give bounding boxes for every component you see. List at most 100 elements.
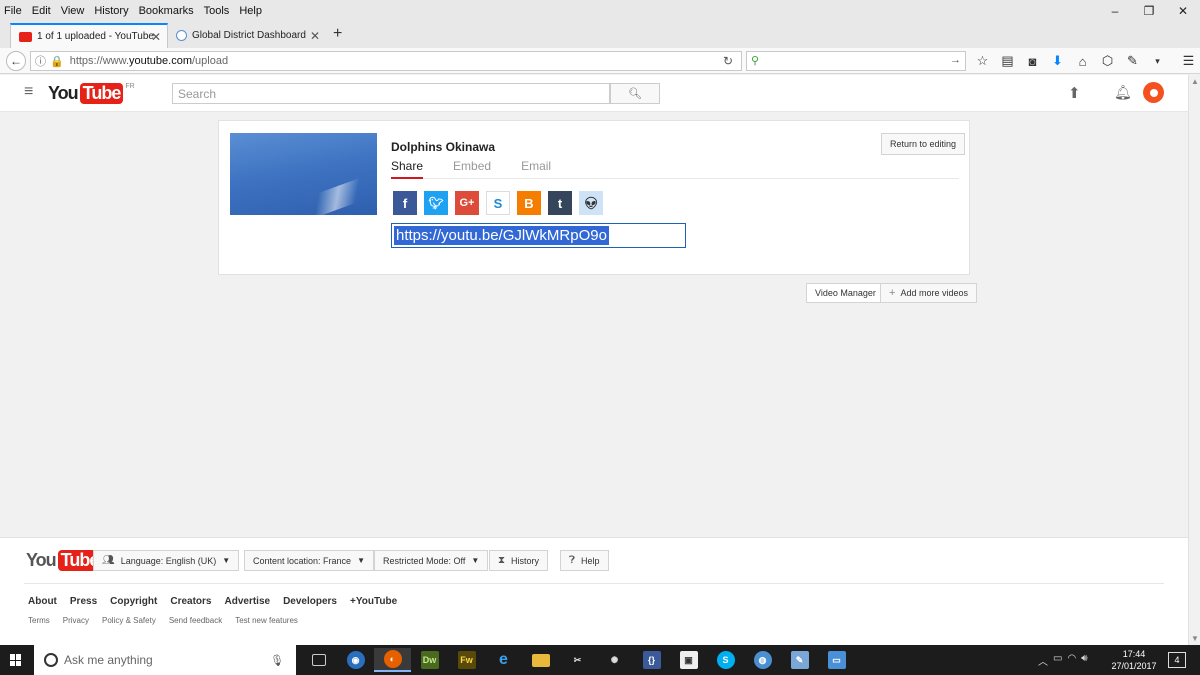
search-button[interactable]: 🔍︎ — [610, 83, 660, 104]
twitter-icon[interactable]: 🐦︎ — [424, 191, 448, 215]
menu-bookmarks[interactable]: Bookmarks — [134, 5, 199, 17]
app-icon-pen[interactable]: ✎ — [781, 648, 818, 672]
go-arrow-icon[interactable]: → — [950, 54, 961, 66]
scroll-down-icon[interactable]: ▼ — [1191, 634, 1199, 643]
menu-file[interactable]: File — [0, 5, 27, 17]
reload-icon[interactable]: ↻ — [723, 54, 733, 68]
tray-chevron-up-icon[interactable]: ︿ — [1038, 653, 1048, 668]
tab-share[interactable]: Share — [391, 159, 424, 179]
file-explorer-icon[interactable] — [522, 648, 559, 672]
footer-link-feedback[interactable]: Send feedback — [169, 616, 222, 625]
history-button[interactable]: ⧗ History — [489, 550, 549, 571]
page-scrollbar[interactable]: ▲ ▼ — [1188, 75, 1200, 645]
video-thumbnail[interactable] — [230, 133, 377, 215]
tab-dashboard[interactable]: Global District Dashboard ✕ — [168, 23, 326, 48]
footer-link-advertise[interactable]: Advertise — [225, 596, 271, 607]
cortana-search-box[interactable]: Ask me anything 🎙︎ — [34, 645, 296, 675]
restore-button[interactable]: ❐ — [1132, 0, 1166, 22]
app-icon-1[interactable]: ◉ — [337, 648, 374, 672]
microphone-icon[interactable]: 🎙︎ — [270, 654, 284, 667]
language-label: Language: English (UK) — [120, 555, 217, 566]
skype-icon[interactable]: S — [707, 648, 744, 672]
footer-link-policy[interactable]: Policy & Safety — [102, 616, 156, 625]
google-plus-icon[interactable]: G+ — [455, 191, 479, 215]
app-icon-window[interactable]: ▭ — [818, 648, 855, 672]
language-button[interactable]: 👥︎ Language: English (UK) ▼ — [93, 550, 240, 571]
notifications-bell-icon[interactable]: 🔔︎ — [1114, 84, 1132, 101]
system-clock[interactable]: 17:44 27/01/2017 — [1108, 648, 1160, 672]
minimize-button[interactable]: – — [1098, 0, 1132, 22]
code-app-icon[interactable]: {} — [633, 648, 670, 672]
home-icon[interactable]: ⌂ — [1070, 51, 1095, 71]
menu-tools[interactable]: Tools — [199, 5, 235, 17]
pocket-icon[interactable]: ◙ — [1020, 51, 1045, 71]
footer-link-test-features[interactable]: Test new features — [235, 616, 298, 625]
footer-link-copyright[interactable]: Copyright — [110, 596, 157, 607]
tab-youtube[interactable]: 1 of 1 uploaded - YouTube ✕ — [10, 23, 168, 48]
share-url-field[interactable]: https://youtu.be/GJlWkMRpO9o — [391, 223, 686, 248]
action-center-icon[interactable]: 4 — [1168, 652, 1186, 668]
restricted-mode-button[interactable]: Restricted Mode: Off ▼ — [374, 550, 489, 571]
menu-edit[interactable]: Edit — [27, 5, 56, 17]
menu-history[interactable]: History — [89, 5, 133, 17]
guide-menu-icon[interactable]: ≡ — [24, 83, 33, 101]
video-manager-button[interactable]: Video Manager — [806, 283, 885, 303]
footer-link-developers[interactable]: Developers — [283, 596, 337, 607]
info-icon[interactable]: ⓘ — [35, 53, 46, 69]
menu-hamburger-icon[interactable]: ☰ — [1176, 51, 1200, 71]
content-location-button[interactable]: Content location: France ▼ — [244, 550, 374, 571]
overflow-chevron-icon[interactable]: ▾ — [1145, 51, 1170, 71]
avatar[interactable] — [1143, 82, 1164, 103]
close-tab-icon[interactable]: ✕ — [151, 30, 161, 44]
tab-email[interactable]: Email — [521, 159, 551, 179]
bookmark-star-icon[interactable]: ☆ — [970, 51, 995, 71]
stumbleupon-icon[interactable]: S — [486, 191, 510, 215]
search-engine-icon[interactable]: ⚲ — [751, 54, 759, 67]
upload-icon[interactable]: ⬆ — [1068, 84, 1081, 102]
start-button[interactable] — [10, 654, 22, 666]
downloads-icon[interactable]: ⬇ — [1045, 51, 1070, 71]
footer-link-plus-youtube[interactable]: +YouTube — [350, 596, 397, 607]
wifi-icon[interactable]: ◠ — [1067, 653, 1076, 668]
edge-icon[interactable]: e — [485, 648, 522, 672]
close-tab-icon[interactable]: ✕ — [310, 29, 320, 43]
app-icon-globe[interactable]: ◍ — [744, 648, 781, 672]
tumblr-icon[interactable]: t — [548, 191, 572, 215]
extension-icon[interactable]: ⬡ — [1095, 51, 1120, 71]
fireworks-icon[interactable]: Fw — [448, 648, 485, 672]
add-more-videos-button[interactable]: + Add more videos — [880, 283, 977, 303]
footer-link-terms[interactable]: Terms — [28, 616, 50, 625]
search-input[interactable]: Search — [172, 83, 610, 104]
bookmarks-library-icon[interactable]: ▤ — [995, 51, 1020, 71]
firefox-icon[interactable]: ◐ — [374, 648, 411, 672]
footer-link-press[interactable]: Press — [70, 596, 97, 607]
footer-link-privacy[interactable]: Privacy — [63, 616, 89, 625]
footer-logo[interactable]: You Tube — [26, 550, 102, 571]
url-bar[interactable]: ⓘ 🔒 https://www.youtube.com/upload ↻ — [30, 51, 742, 71]
facebook-icon[interactable]: f — [393, 191, 417, 215]
addon-icon[interactable]: ✎ — [1120, 51, 1145, 71]
close-window-button[interactable]: ✕ — [1166, 0, 1200, 22]
return-to-editing-button[interactable]: Return to editing — [881, 133, 966, 155]
footer-link-about[interactable]: About — [28, 596, 57, 607]
new-tab-button[interactable]: + — [333, 25, 342, 43]
tab-embed[interactable]: Embed — [453, 159, 491, 179]
restricted-mode-label: Restricted Mode: Off — [383, 555, 466, 566]
scroll-up-icon[interactable]: ▲ — [1191, 77, 1199, 86]
brightness-app-icon[interactable]: ✺ — [596, 648, 633, 672]
volume-icon[interactable]: 🔊︎ — [1081, 653, 1087, 668]
tools-app-icon[interactable]: ✂ — [559, 648, 596, 672]
back-button[interactable]: ← — [6, 51, 26, 71]
browser-search-field[interactable]: ⚲ → — [746, 51, 966, 71]
battery-icon[interactable]: ▭ — [1053, 653, 1062, 668]
blogger-icon[interactable]: B — [517, 191, 541, 215]
dreamweaver-icon[interactable]: Dw — [411, 648, 448, 672]
help-button[interactable]: ❓︎ Help — [560, 550, 609, 571]
youtube-logo[interactable]: You Tube FR — [48, 83, 135, 104]
menu-view[interactable]: View — [56, 5, 90, 17]
reddit-icon[interactable]: 👽︎ — [579, 191, 603, 215]
menu-help[interactable]: Help — [234, 5, 267, 17]
footer-link-creators[interactable]: Creators — [170, 596, 211, 607]
task-view-icon[interactable] — [300, 648, 337, 672]
store-icon[interactable]: ▣ — [670, 648, 707, 672]
